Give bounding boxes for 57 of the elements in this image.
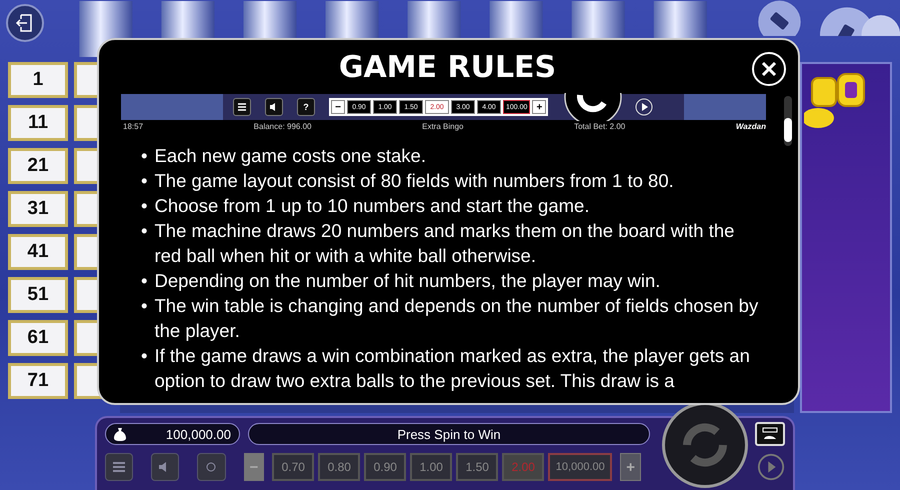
- message-field: Press Spin to Win: [248, 423, 650, 445]
- close-icon: [761, 61, 777, 77]
- total-bet-text: Total Bet: 2.00: [574, 122, 626, 131]
- bullet: •: [141, 144, 148, 168]
- rule-text: Each new game costs one stake.: [154, 144, 426, 168]
- number-tile[interactable]: 51: [8, 277, 68, 313]
- rule-text: The machine draws 20 numbers and marks them on the board with the red ball when hit or with a white ball otherwise.: [154, 219, 736, 268]
- balance-text: Balance: 996.00: [254, 122, 312, 131]
- plus-label: +: [532, 100, 546, 114]
- bet-button[interactable]: 1.50: [456, 453, 498, 481]
- bet-button[interactable]: 0.70: [272, 453, 314, 481]
- minus-label: −: [331, 100, 345, 114]
- bet-button[interactable]: 10,000.00: [548, 453, 612, 481]
- rule-text: The win table is changing and depends on the number of fields chosen by the player.: [154, 294, 760, 343]
- autoplay-button[interactable]: [105, 453, 134, 481]
- balance-value: 100,000.00: [166, 426, 231, 442]
- decrease-bet-button[interactable]: −: [244, 453, 264, 481]
- sound-button[interactable]: [151, 453, 180, 481]
- bullet: •: [141, 344, 148, 368]
- play-icon[interactable]: [756, 452, 786, 482]
- number-tile[interactable]: 71: [8, 363, 68, 399]
- rule-text: The game layout consist of 80 fields with numbers from 1 to 80.: [154, 169, 674, 193]
- brand-logo: Wazdan: [736, 122, 766, 131]
- clock-time: 18:57: [123, 122, 144, 131]
- game-name: Extra Bingo: [422, 122, 464, 131]
- number-tile[interactable]: 1: [8, 62, 68, 98]
- help-label: ?: [297, 98, 315, 116]
- number-tile[interactable]: 11: [8, 105, 68, 141]
- turtle-icon: [762, 427, 778, 441]
- bet-button[interactable]: 0.90: [364, 453, 406, 481]
- bet-button[interactable]: 0.80: [318, 453, 360, 481]
- info-icon: [206, 462, 216, 472]
- bullet: •: [141, 194, 148, 218]
- menu-icon: [113, 462, 126, 472]
- close-button[interactable]: [752, 52, 786, 86]
- number-tile[interactable]: 61: [8, 320, 68, 356]
- exit-button[interactable]: [6, 4, 44, 42]
- bullet: •: [141, 219, 148, 243]
- number-tile[interactable]: 41: [8, 234, 68, 270]
- bet-button[interactable]: 1.00: [410, 453, 452, 481]
- rule-text: Choose from 1 up to 10 numbers and start the game.: [154, 194, 590, 218]
- bullet: •: [141, 294, 148, 318]
- number-tile[interactable]: 31: [8, 191, 68, 227]
- bullet: •: [141, 269, 148, 293]
- rule-text: Depending on the number of hit numbers, the player may win.: [154, 269, 660, 293]
- dialog-title: GAME RULES: [338, 50, 556, 87]
- bullet: •: [141, 169, 148, 193]
- money-bag-icon: [114, 427, 126, 441]
- menu-icon: [233, 98, 251, 116]
- play-icon: [634, 97, 654, 117]
- speaker-icon: [265, 98, 283, 116]
- info-button[interactable]: [197, 453, 226, 481]
- scrollbar[interactable]: [784, 96, 792, 146]
- rule-text: If the game draws a win combination marked as extra, the player gets an option to draw two extra balls to the previous set. This draw is a: [154, 344, 751, 393]
- number-tile[interactable]: 21: [8, 148, 68, 184]
- increase-bet-button[interactable]: +: [620, 453, 641, 481]
- turbo-button[interactable]: [755, 422, 785, 446]
